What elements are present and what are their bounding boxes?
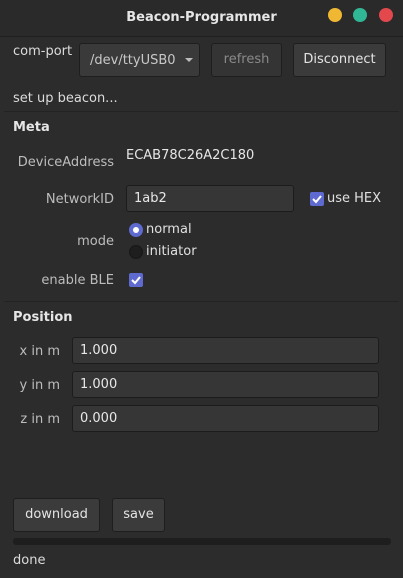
com-port-label: com-port: [13, 44, 73, 59]
y-input[interactable]: 1.000: [72, 371, 379, 398]
meta-heading: Meta: [13, 120, 50, 135]
setup-status-text: set up beacon...: [13, 91, 118, 106]
refresh-button[interactable]: refresh: [211, 43, 282, 77]
position-heading: Position: [13, 310, 73, 325]
title-bar: Beacon-Programmer: [0, 0, 403, 37]
device-address-value: ECAB78C26A2C180: [126, 148, 255, 163]
z-input[interactable]: 0.000: [72, 405, 379, 432]
radio-dot-icon: [133, 227, 139, 233]
checkmark-icon: [312, 195, 322, 204]
enable-ble-label: enable BLE: [41, 273, 114, 288]
mode-initiator-label: initiator: [146, 244, 197, 259]
minimize-button[interactable]: [328, 8, 342, 22]
download-button[interactable]: download: [13, 498, 100, 532]
mode-normal-radio[interactable]: [129, 223, 143, 237]
progress-bar: [13, 538, 391, 545]
com-port-value: /dev/ttyUSB0: [90, 53, 176, 68]
checkmark-icon: [131, 276, 141, 285]
network-id-field[interactable]: 1ab2: [126, 185, 294, 212]
mode-initiator-radio[interactable]: [129, 245, 143, 259]
chevron-down-icon: [184, 54, 194, 69]
enable-ble-checkbox[interactable]: [129, 273, 143, 287]
disconnect-button[interactable]: Disconnect: [293, 43, 386, 77]
save-button[interactable]: save: [112, 498, 165, 532]
use-hex-label: use HEX: [327, 191, 382, 206]
network-id-label: NetworkID: [45, 192, 114, 207]
device-address-label: DeviceAddress: [17, 155, 114, 170]
mode-normal-label: normal: [146, 222, 192, 237]
maximize-button[interactable]: [353, 8, 367, 22]
x-label: x in m: [19, 344, 60, 359]
com-port-select[interactable]: /dev/ttyUSB0: [79, 43, 200, 77]
x-input[interactable]: 1.000: [72, 337, 379, 364]
z-label: z in m: [20, 412, 60, 427]
y-label: y in m: [19, 378, 60, 393]
mode-label: mode: [77, 234, 114, 249]
window-title: Beacon-Programmer: [126, 10, 277, 25]
use-hex-checkbox[interactable]: [310, 192, 324, 206]
close-button[interactable]: [379, 8, 393, 22]
status-text: done: [13, 553, 46, 568]
